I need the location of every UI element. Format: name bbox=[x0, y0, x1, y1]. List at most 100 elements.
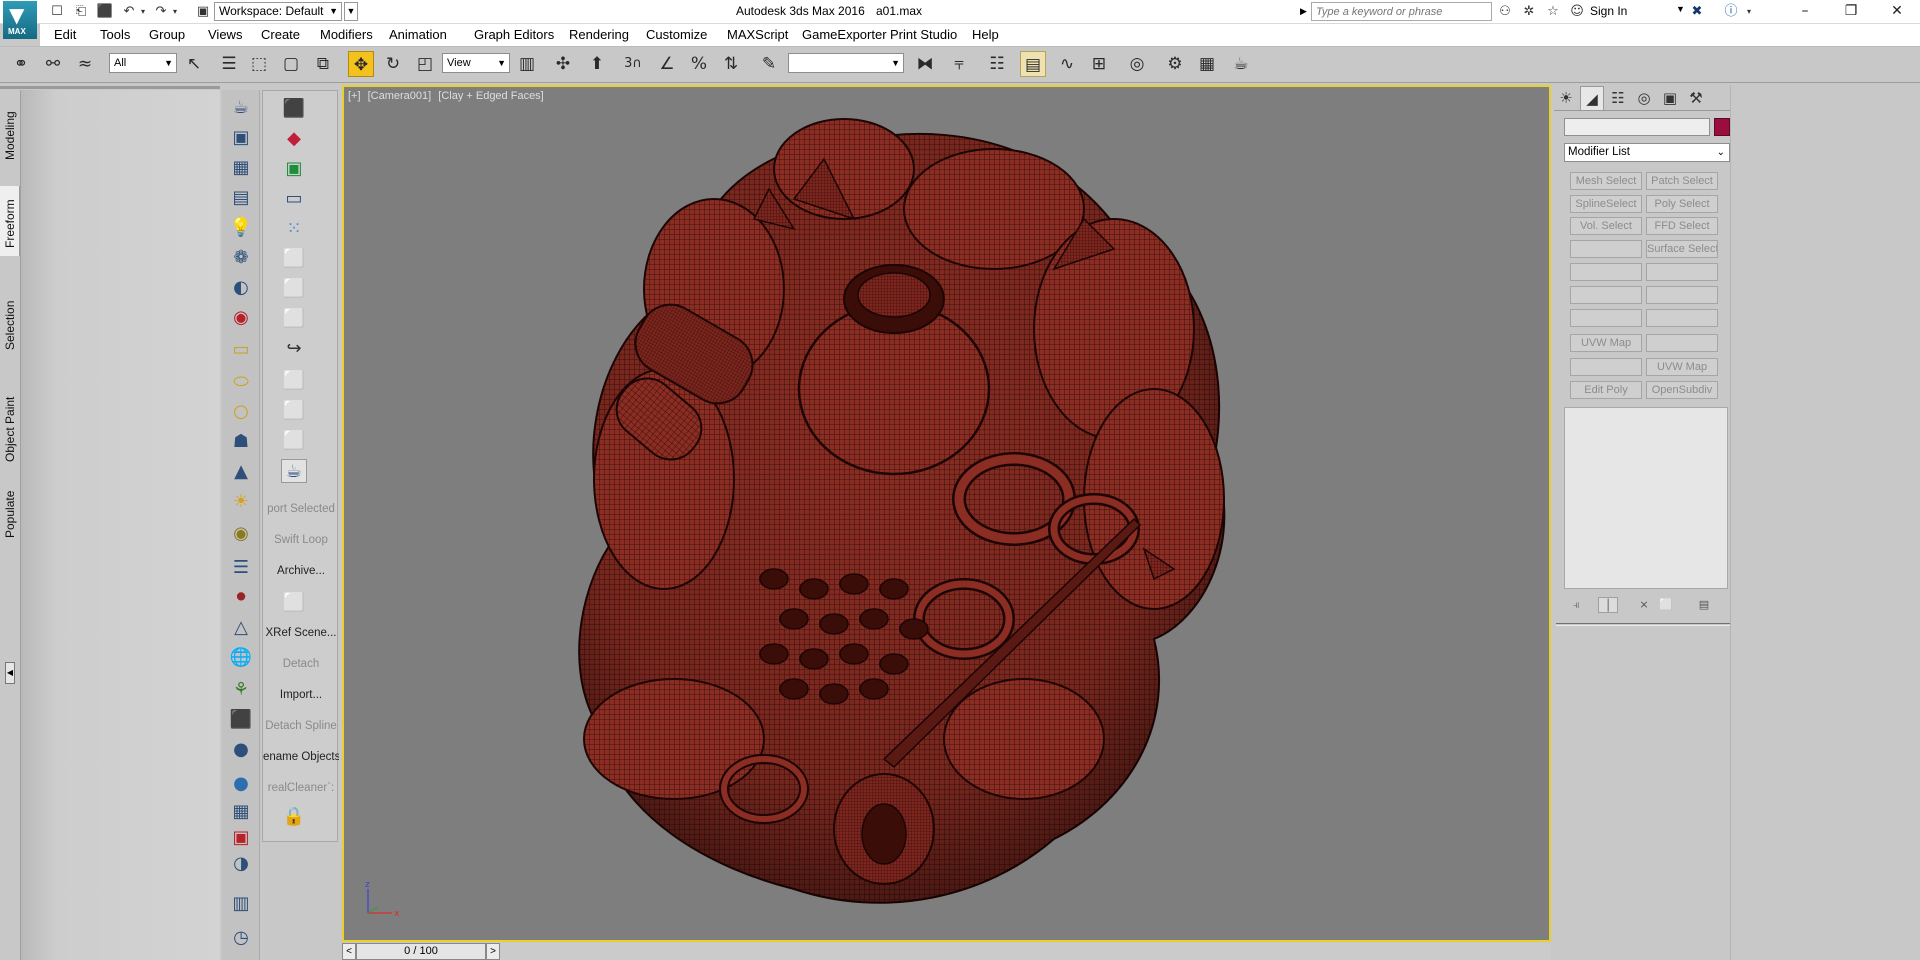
film-icon[interactable]: ▥ bbox=[228, 892, 254, 916]
pivot-center-icon[interactable]: ▥ bbox=[514, 51, 540, 77]
named-selection-sets-dropdown[interactable]: ▼ bbox=[788, 53, 904, 73]
new-scene-icon[interactable]: ☐ bbox=[48, 3, 66, 20]
sphere-shaded-icon[interactable]: ◐ bbox=[228, 276, 254, 300]
xref-scene-button[interactable]: XRef Scene... bbox=[263, 623, 339, 643]
snaps-toggle-icon[interactable]: 3∩ bbox=[620, 51, 646, 77]
box-a-icon[interactable]: ⬜ bbox=[281, 247, 307, 271]
angle-snap-icon[interactable]: ∠ bbox=[654, 51, 680, 77]
vol-select-button[interactable]: Vol. Select bbox=[1570, 217, 1642, 235]
triangle-shape-icon[interactable]: △ bbox=[228, 616, 254, 640]
spinner-snap-icon[interactable]: ⇅ bbox=[718, 51, 744, 77]
box-c-icon[interactable]: ⬜ bbox=[281, 307, 307, 331]
create-tab-sun-icon[interactable]: ☀ bbox=[1554, 86, 1578, 110]
export-selected-button[interactable]: port Selected bbox=[263, 499, 339, 519]
modifier-slot-empty[interactable] bbox=[1570, 263, 1642, 281]
sphere-light-icon[interactable]: ◑ bbox=[228, 852, 254, 876]
remove-modifier-icon[interactable]: ⬜ bbox=[1656, 597, 1676, 613]
exchange-apps-icon[interactable]: ✖ bbox=[1688, 3, 1706, 20]
tab-modeling[interactable]: Modeling bbox=[0, 94, 20, 164]
menu-graph-editors[interactable]: Graph Editors bbox=[474, 27, 554, 42]
subscription-icon[interactable]: ✲ bbox=[1520, 3, 1538, 20]
sphere-blue-icon[interactable]: ● bbox=[228, 772, 254, 796]
light-bulb-icon[interactable]: 💡 bbox=[228, 216, 254, 240]
menu-modifiers[interactable]: Modifiers bbox=[320, 27, 373, 42]
select-and-scale-icon[interactable]: ◰ bbox=[412, 51, 438, 77]
tab-populate[interactable]: Populate bbox=[0, 474, 20, 542]
menu-print-studio[interactable]: Print Studio bbox=[890, 27, 957, 42]
user-icon[interactable]: ☺ bbox=[1568, 3, 1586, 20]
tab-selection[interactable]: Selection bbox=[0, 286, 20, 356]
menu-animation[interactable]: Animation bbox=[389, 27, 447, 42]
camera-viewport[interactable]: [+] [Camera001] [Clay + Edged Faces] z x bbox=[342, 85, 1551, 942]
tv-icon[interactable]: ▭ bbox=[281, 187, 307, 211]
render-production-icon[interactable]: ☕ bbox=[1228, 51, 1254, 77]
uvw-map-button-2[interactable]: UVW Map bbox=[1646, 358, 1718, 376]
modifier-slot-empty[interactable] bbox=[1570, 286, 1642, 304]
modify-tab-icon[interactable]: ◢ bbox=[1580, 86, 1604, 110]
help-icon[interactable]: ⓘ bbox=[1722, 3, 1740, 20]
undo-dropdown-icon[interactable]: ▾ bbox=[134, 3, 152, 20]
cone-icon[interactable]: ▲ bbox=[228, 460, 254, 484]
plant-icon[interactable]: ⚘ bbox=[228, 678, 254, 702]
favorites-star-icon[interactable]: ☆ bbox=[1544, 3, 1562, 20]
unlink-selection-icon[interactable]: ⚯ bbox=[40, 51, 66, 77]
binoculars-icon[interactable]: ⚇ bbox=[1496, 3, 1514, 20]
render-frame-icon[interactable]: ▣ bbox=[228, 126, 254, 150]
menu-views[interactable]: Views bbox=[208, 27, 242, 42]
menu-maxscript[interactable]: MAXScript bbox=[727, 27, 788, 42]
box-f-icon[interactable]: ⬜ bbox=[281, 429, 307, 453]
menu-gameexporter[interactable]: GameExporter bbox=[802, 27, 887, 42]
sculpture-mesh[interactable] bbox=[554, 99, 1294, 929]
grid-icon[interactable]: ▦ bbox=[228, 800, 254, 824]
schematic-view-icon[interactable]: ⊞ bbox=[1086, 51, 1112, 77]
gem-icon[interactable]: ◆ bbox=[281, 127, 307, 151]
edit-named-selection-icon[interactable]: ✎ bbox=[756, 51, 782, 77]
spline-select-button[interactable]: SplineSelect bbox=[1570, 195, 1642, 213]
disc-icon[interactable]: ⬭ bbox=[228, 370, 254, 394]
rename-objects-button[interactable]: ename Objects bbox=[263, 747, 339, 767]
sun-icon[interactable]: ☀ bbox=[228, 490, 254, 514]
window-crossing-icon[interactable]: ▢ bbox=[278, 51, 304, 77]
project-folder-icon[interactable]: ▣ bbox=[194, 3, 212, 20]
align-icon[interactable]: ⫧ bbox=[946, 51, 972, 77]
basket-icon[interactable]: ☗ bbox=[228, 430, 254, 454]
chevron-down-icon[interactable]: ▼ bbox=[1676, 4, 1685, 14]
pin-stack-icon[interactable]: ⫣ bbox=[1566, 597, 1586, 613]
bind-to-space-warp-icon[interactable]: ≈ bbox=[72, 51, 98, 77]
menu-rendering[interactable]: Rendering bbox=[569, 27, 629, 42]
motion-tab-icon[interactable]: ◎ bbox=[1632, 86, 1656, 110]
make-unique-icon[interactable]: ⨯ bbox=[1634, 597, 1654, 613]
arrow-forward-icon[interactable]: ↪ bbox=[281, 337, 307, 361]
rendered-frame-window-icon[interactable]: ▦ bbox=[1194, 51, 1220, 77]
layer-manager-icon[interactable]: ☷ bbox=[984, 51, 1010, 77]
lock-icon[interactable]: 🔒 bbox=[281, 805, 307, 829]
clock-icon[interactable]: ◷ bbox=[228, 926, 254, 950]
selection-filter-dropdown[interactable]: All ▼ bbox=[109, 53, 177, 73]
toggle-scene-explorer-icon[interactable]: ▤ bbox=[1020, 51, 1046, 77]
reference-coordinate-dropdown[interactable]: View ▼ bbox=[442, 53, 510, 73]
select-and-link-icon[interactable]: ⚭ bbox=[8, 51, 34, 77]
ribbon-scroll-arrow-icon[interactable]: ◀ bbox=[5, 662, 15, 684]
particle-icon[interactable]: ❁ bbox=[228, 246, 254, 270]
mirror-icon[interactable]: ⧓ bbox=[912, 51, 938, 77]
render-setup-icon[interactable]: ⚙ bbox=[1162, 51, 1188, 77]
modifier-slot-empty[interactable] bbox=[1570, 309, 1642, 327]
modifier-slot-empty[interactable] bbox=[1646, 286, 1718, 304]
modifier-slot-empty[interactable] bbox=[1646, 309, 1718, 327]
ball-icon[interactable]: ● bbox=[228, 738, 254, 762]
menu-tools[interactable]: Tools bbox=[100, 27, 130, 42]
redo-dropdown-icon[interactable]: ▾ bbox=[166, 3, 184, 20]
box-d-icon[interactable]: ⬜ bbox=[281, 369, 307, 393]
curve-editor-icon[interactable]: ∿ bbox=[1054, 51, 1080, 77]
opensubdiv-button[interactable]: OpenSubdiv bbox=[1646, 381, 1718, 399]
modifier-slot-empty[interactable] bbox=[1646, 334, 1718, 352]
mesh-select-button[interactable]: Mesh Select bbox=[1570, 172, 1642, 190]
box-e-icon[interactable]: ⬜ bbox=[281, 399, 307, 423]
tab-freeform[interactable]: Freeform bbox=[0, 186, 20, 256]
poly-select-button[interactable]: Poly Select bbox=[1646, 195, 1718, 213]
save-file-icon[interactable]: ⬛ bbox=[96, 3, 114, 20]
modifier-list-dropdown[interactable]: Modifier List ⌄ bbox=[1564, 143, 1730, 162]
menu-create[interactable]: Create bbox=[261, 27, 300, 42]
render-red-icon[interactable]: ▣ bbox=[228, 826, 254, 850]
select-and-move-icon[interactable]: ⧉ bbox=[310, 51, 336, 77]
